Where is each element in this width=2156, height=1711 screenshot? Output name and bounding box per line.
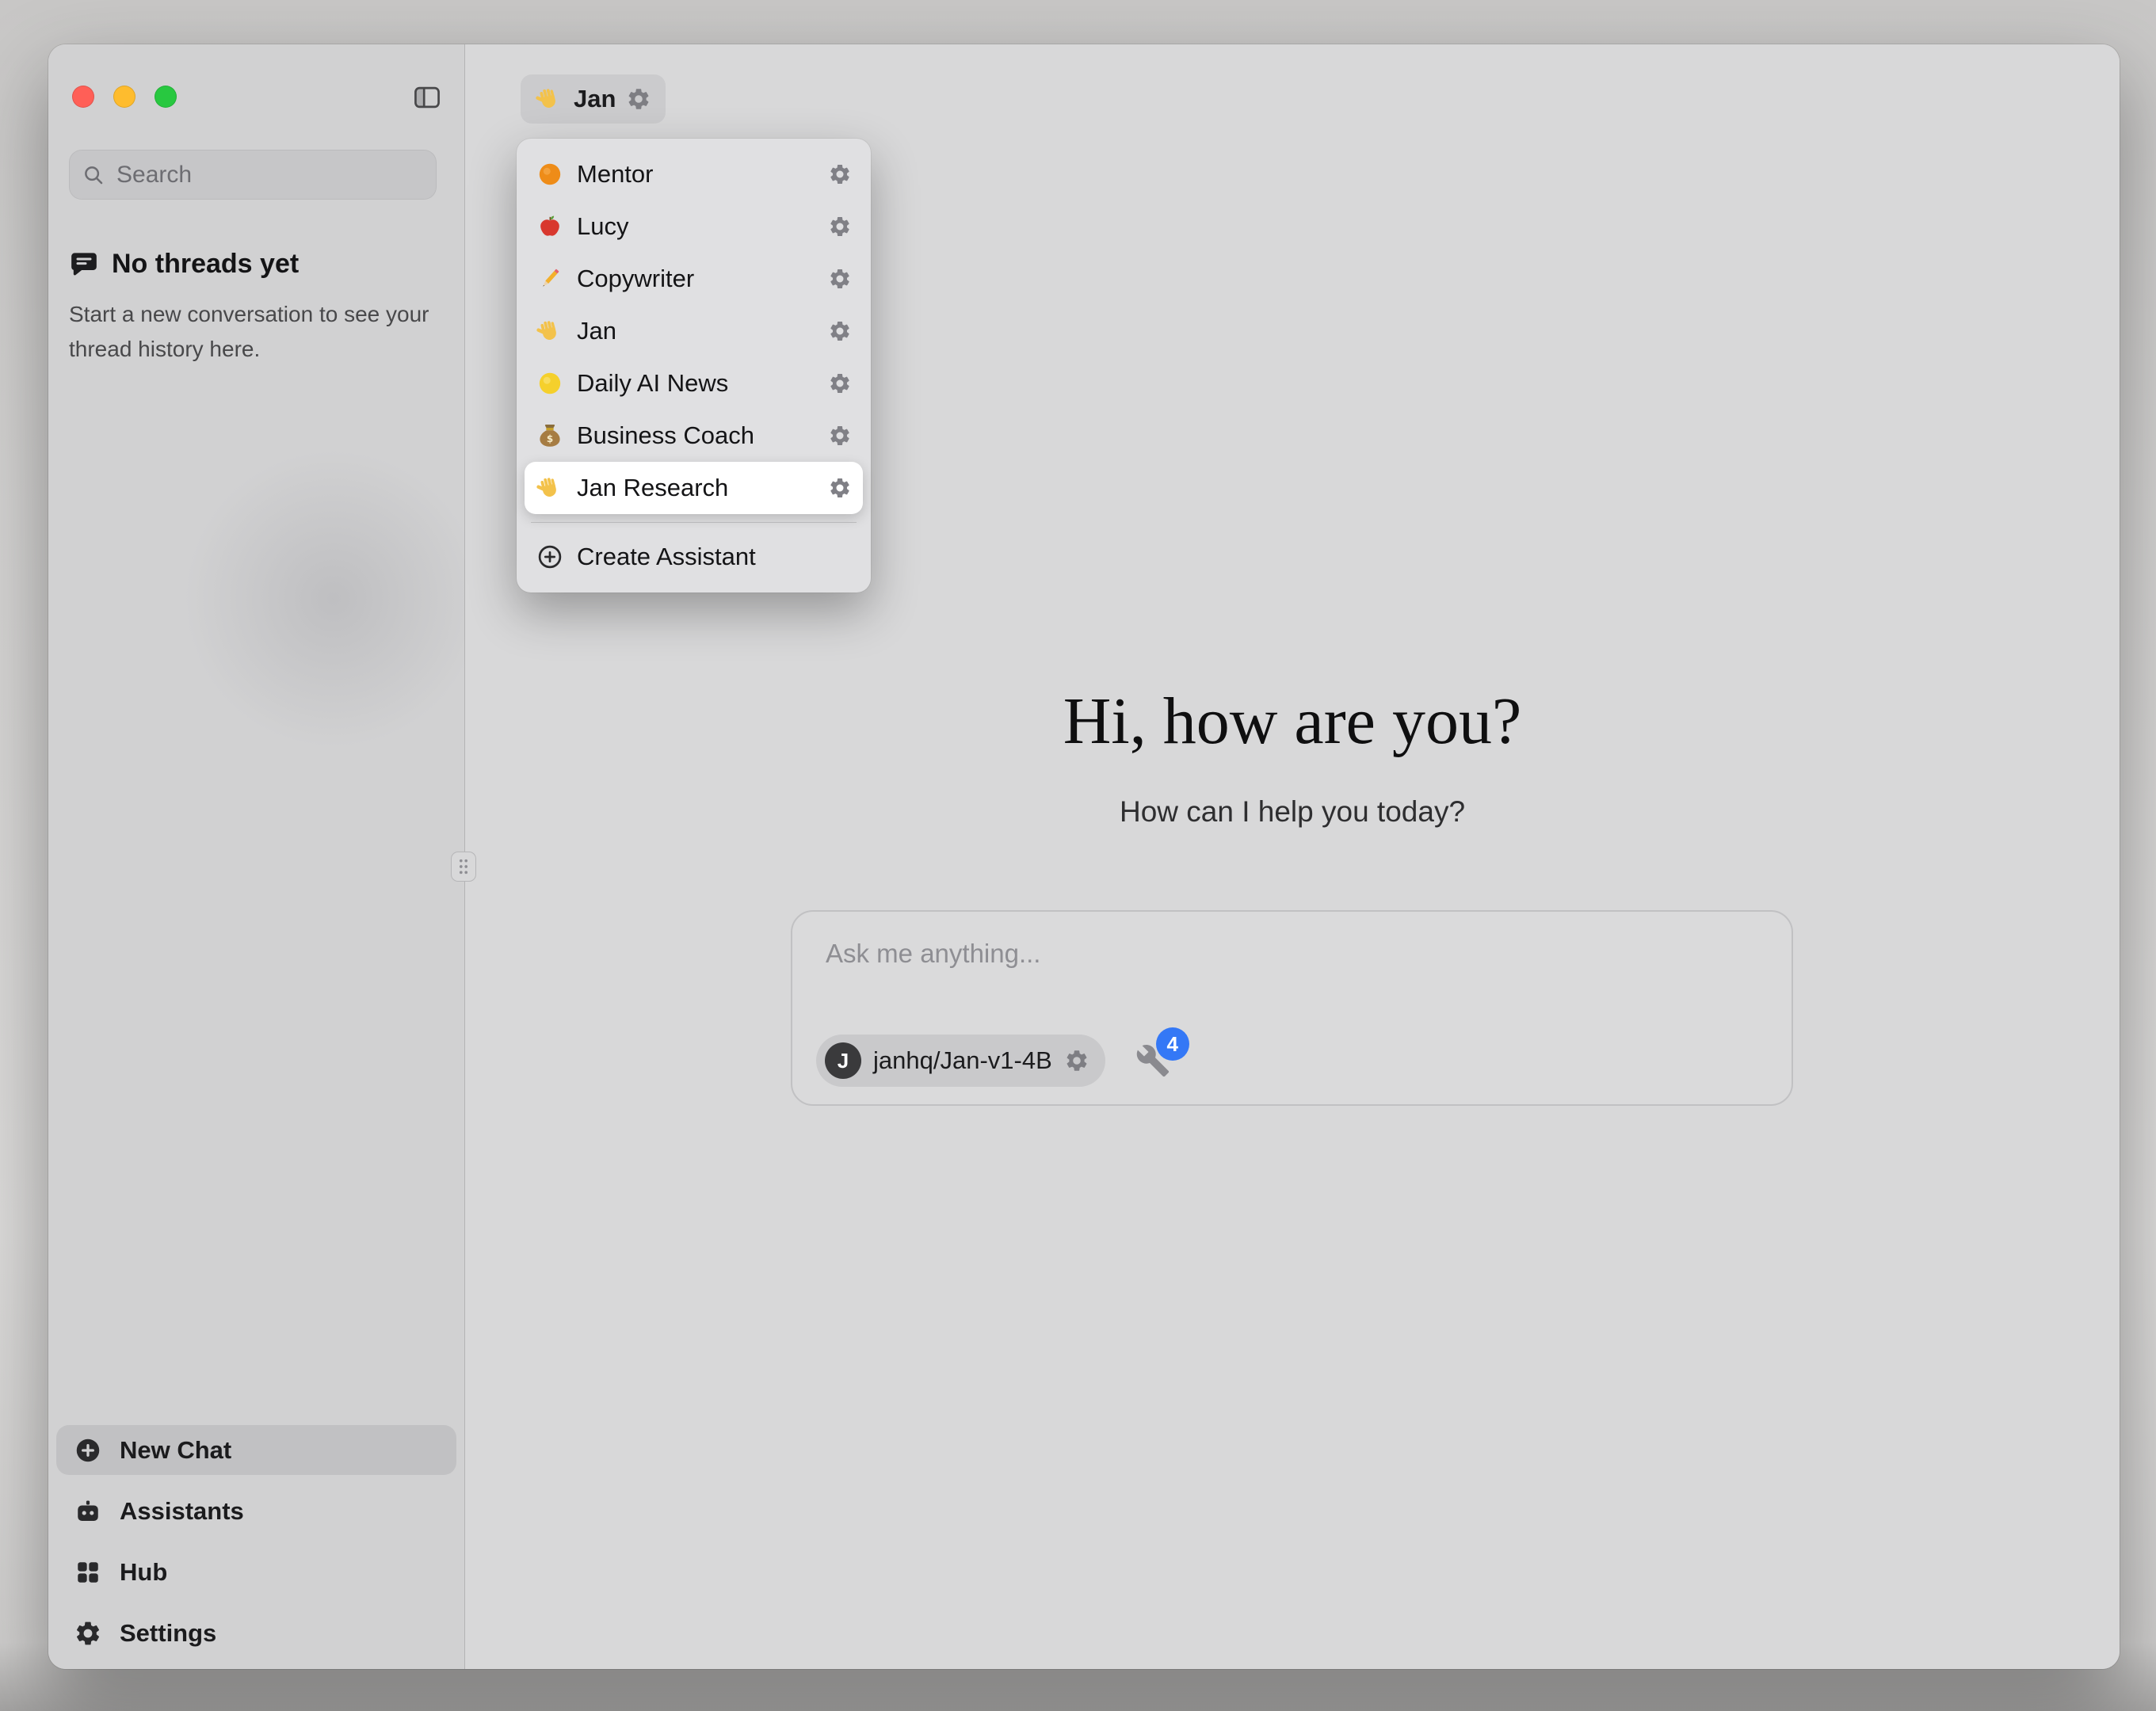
assistant-menu-item[interactable]: Daily AI News: [525, 357, 863, 410]
composer-toolbar: J janhq/Jan-v1-4B 4: [816, 1035, 1768, 1087]
assistant-menu-item-label: Business Coach: [577, 421, 815, 450]
sidebar-nav-item[interactable]: Settings: [56, 1608, 456, 1658]
sidebar-toggle-icon[interactable]: [412, 82, 442, 112]
svg-text:$: $: [547, 433, 553, 444]
nav-item-icon: [74, 1436, 102, 1465]
assistant-selector[interactable]: Jan: [521, 74, 666, 124]
gear-icon[interactable]: [828, 476, 852, 500]
assistant-selector-label: Jan: [574, 85, 616, 113]
search-icon: [82, 163, 105, 187]
greeting-title: Hi, how are you?: [465, 683, 2120, 760]
assistant-icon: [536, 265, 564, 293]
zoom-button[interactable]: [155, 86, 177, 108]
gear-icon[interactable]: [828, 319, 852, 343]
main-panel: Jan Mentor Lucy Copywriter Jan: [465, 44, 2120, 1669]
gear-icon[interactable]: [828, 215, 852, 238]
gear-icon[interactable]: [1064, 1048, 1089, 1073]
model-selector[interactable]: J janhq/Jan-v1-4B: [816, 1035, 1105, 1087]
window-controls: [72, 86, 177, 108]
sidebar-resize-handle[interactable]: [451, 852, 476, 882]
gear-icon[interactable]: [828, 372, 852, 395]
assistant-icon: [536, 474, 564, 502]
gear-icon[interactable]: [626, 86, 651, 112]
close-button[interactable]: [72, 86, 94, 108]
assistant-menu-item-label: Copywriter: [577, 265, 815, 293]
sidebar-nav: New Chat Assistants Hub Settings: [56, 1425, 456, 1658]
assistant-menu-item[interactable]: Lucy: [525, 200, 863, 253]
empty-state: No threads yet Start a new conversation …: [69, 249, 435, 367]
assistant-icon: [536, 369, 564, 398]
sidebar: No threads yet Start a new conversation …: [48, 44, 465, 1669]
gear-icon[interactable]: [828, 162, 852, 186]
empty-state-description: Start a new conversation to see your thr…: [69, 297, 435, 367]
create-assistant-label: Create Assistant: [577, 543, 852, 571]
menu-separator: [531, 522, 857, 523]
nav-item-icon: [74, 1497, 102, 1526]
app-window: No threads yet Start a new conversation …: [48, 44, 2120, 1669]
sidebar-nav-item[interactable]: Hub: [56, 1547, 456, 1597]
assistant-menu-item-label: Daily AI News: [577, 369, 815, 398]
assistant-menu-item-label: Jan Research: [577, 474, 815, 502]
assistant-menu-item-label: Jan: [577, 317, 815, 345]
assistant-menu-item[interactable]: $ Business Coach: [525, 410, 863, 462]
greeting-subtitle: How can I help you today?: [465, 795, 2120, 829]
assistant-icon: [536, 160, 564, 189]
nav-item-icon: [74, 1619, 102, 1648]
assistant-icon: [536, 212, 564, 241]
assistant-menu-item-label: Mentor: [577, 160, 815, 189]
nav-item-label: Settings: [120, 1619, 216, 1648]
chat-composer: J janhq/Jan-v1-4B 4: [791, 910, 1793, 1106]
sidebar-nav-item[interactable]: New Chat: [56, 1425, 456, 1475]
sidebar-nav-item[interactable]: Assistants: [56, 1486, 456, 1536]
grip-icon: [455, 856, 472, 878]
nav-item-label: Hub: [120, 1558, 167, 1587]
prompt-input[interactable]: [826, 939, 1758, 1002]
nav-item-label: Assistants: [120, 1497, 244, 1526]
plus-circle-icon: [536, 543, 564, 571]
model-name: janhq/Jan-v1-4B: [873, 1046, 1052, 1075]
assistant-icon: [536, 317, 564, 345]
tools-count-badge: 4: [1156, 1027, 1189, 1061]
tools-button[interactable]: 4: [1135, 1043, 1170, 1078]
nav-item-label: New Chat: [120, 1436, 231, 1465]
search-field[interactable]: [69, 150, 437, 200]
assistant-menu-item-label: Lucy: [577, 212, 815, 241]
search-input[interactable]: [115, 161, 424, 189]
assistant-menu-item[interactable]: Mentor: [525, 148, 863, 200]
empty-state-title: No threads yet: [112, 249, 299, 280]
gear-icon[interactable]: [828, 267, 852, 291]
assistant-icon: $: [536, 421, 564, 450]
assistant-menu-item[interactable]: Jan Research: [525, 462, 863, 514]
minimize-button[interactable]: [113, 86, 135, 108]
nav-item-icon: [74, 1558, 102, 1587]
chat-bubble-icon: [69, 250, 99, 280]
model-avatar: J: [825, 1042, 861, 1079]
assistant-menu: Mentor Lucy Copywriter Jan Daily AI: [517, 139, 871, 593]
assistant-menu-item[interactable]: Jan: [525, 305, 863, 357]
gear-icon[interactable]: [828, 424, 852, 448]
create-assistant-button[interactable]: Create Assistant: [525, 531, 863, 583]
assistant-menu-item[interactable]: Copywriter: [525, 253, 863, 305]
wave-icon: [535, 85, 563, 113]
